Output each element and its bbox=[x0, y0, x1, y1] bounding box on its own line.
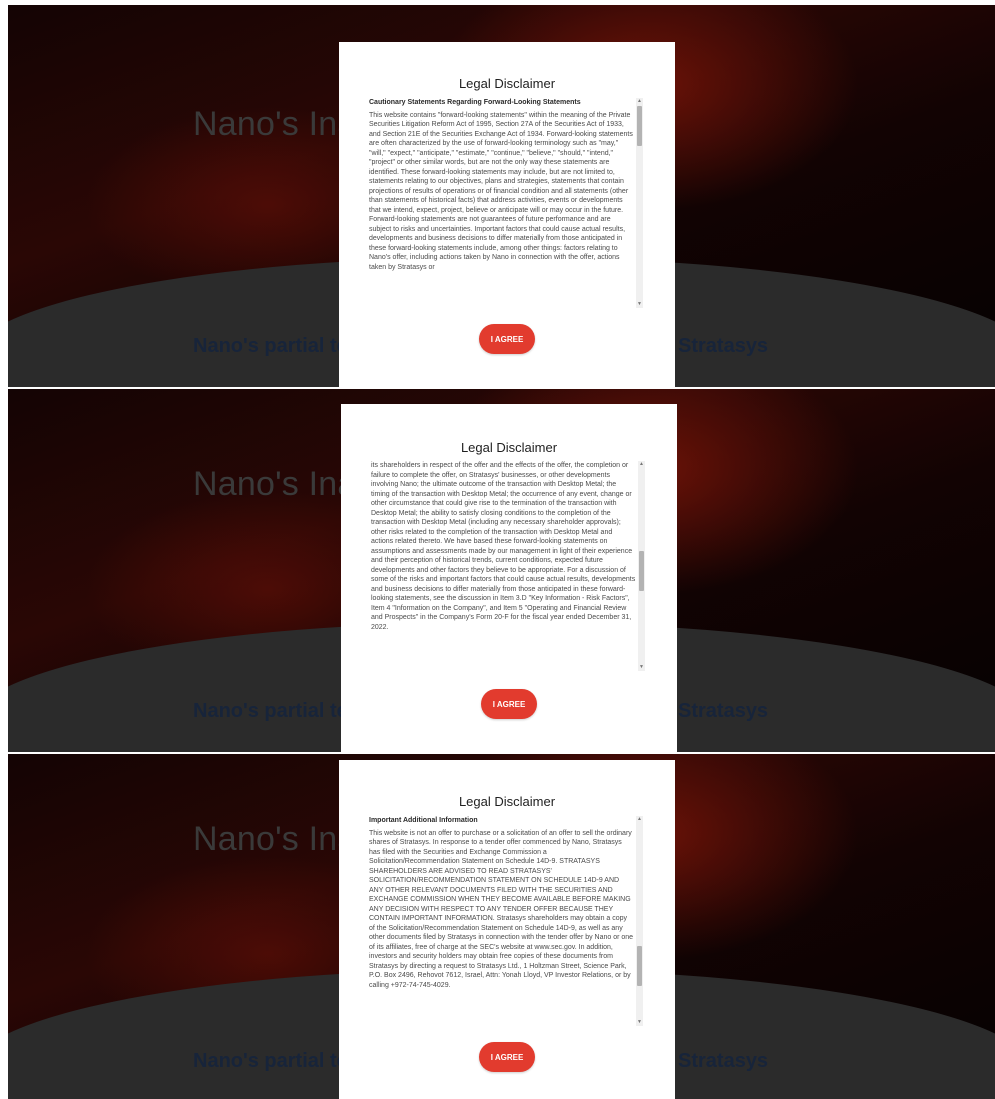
page-heading: Nano's Ina bbox=[193, 820, 357, 858]
screen-panel-3: Nano's Ina Nano's partial te Stratasys L… bbox=[8, 754, 995, 1099]
disclaimer-body: This website is not an offer to purchase… bbox=[369, 829, 634, 989]
page-subheading: Nano's partial te bbox=[193, 335, 348, 357]
legal-disclaimer-modal: Legal Disclaimer Cautionary Statements R… bbox=[339, 42, 675, 387]
legal-disclaimer-modal: Legal Disclaimer Important Additional In… bbox=[339, 760, 675, 1099]
page-subheading: Nano's partial te bbox=[193, 700, 348, 722]
scroll-down-arrow-icon[interactable]: ▼ bbox=[638, 664, 645, 671]
page-subheading-right: Stratasys bbox=[678, 335, 769, 357]
modal-title: Legal Disclaimer bbox=[460, 440, 558, 455]
disclaimer-text-area[interactable]: its shareholders in respect of the offer… bbox=[371, 461, 636, 671]
page-subheading-right: Stratasys bbox=[678, 1050, 769, 1072]
scroll-down-arrow-icon[interactable]: ▼ bbox=[636, 1019, 643, 1026]
screen-panel-2: Nano's Ina Nano's partial te Stratasys L… bbox=[8, 389, 995, 752]
disclaimer-body: its shareholders in respect of the offer… bbox=[371, 462, 636, 631]
scrollbar[interactable]: ▲ ▼ bbox=[638, 461, 645, 671]
scrollbar[interactable]: ▲ ▼ bbox=[636, 816, 643, 1026]
scrollbar-thumb[interactable] bbox=[637, 106, 642, 146]
page-subheading-right: Stratasys bbox=[678, 700, 769, 722]
scroll-up-arrow-icon[interactable]: ▲ bbox=[636, 816, 643, 823]
disclaimer-text-area[interactable]: Cautionary Statements Regarding Forward-… bbox=[369, 98, 634, 308]
page-heading: Nano's Ina bbox=[193, 465, 357, 503]
section-heading: Important Additional Information bbox=[369, 817, 478, 824]
page-subheading: Nano's partial te bbox=[193, 1050, 348, 1072]
modal-title: Legal Disclaimer bbox=[458, 794, 556, 809]
scroll-up-arrow-icon[interactable]: ▲ bbox=[636, 98, 643, 105]
section-heading: Cautionary Statements Regarding Forward-… bbox=[369, 99, 581, 106]
agree-button[interactable]: I AGREE bbox=[481, 689, 537, 719]
agree-button[interactable]: I AGREE bbox=[479, 1042, 535, 1072]
scroll-down-arrow-icon[interactable]: ▼ bbox=[636, 301, 643, 308]
scrollbar[interactable]: ▲ ▼ bbox=[636, 98, 643, 308]
modal-title: Legal Disclaimer bbox=[458, 76, 556, 91]
scrollbar-thumb[interactable] bbox=[639, 551, 644, 591]
scroll-up-arrow-icon[interactable]: ▲ bbox=[638, 461, 645, 468]
scrollbar-thumb[interactable] bbox=[637, 946, 642, 986]
page-heading: Nano's Ina bbox=[193, 105, 357, 143]
agree-button[interactable]: I AGREE bbox=[479, 324, 535, 354]
legal-disclaimer-modal: Legal Disclaimer its shareholders in res… bbox=[341, 404, 677, 752]
screen-panel-1: Nano's Ina Nano's partial te Stratasys L… bbox=[8, 5, 995, 387]
disclaimer-text-area[interactable]: Important Additional Information This we… bbox=[369, 816, 634, 1026]
disclaimer-body: This website contains "forward-looking s… bbox=[369, 111, 633, 271]
